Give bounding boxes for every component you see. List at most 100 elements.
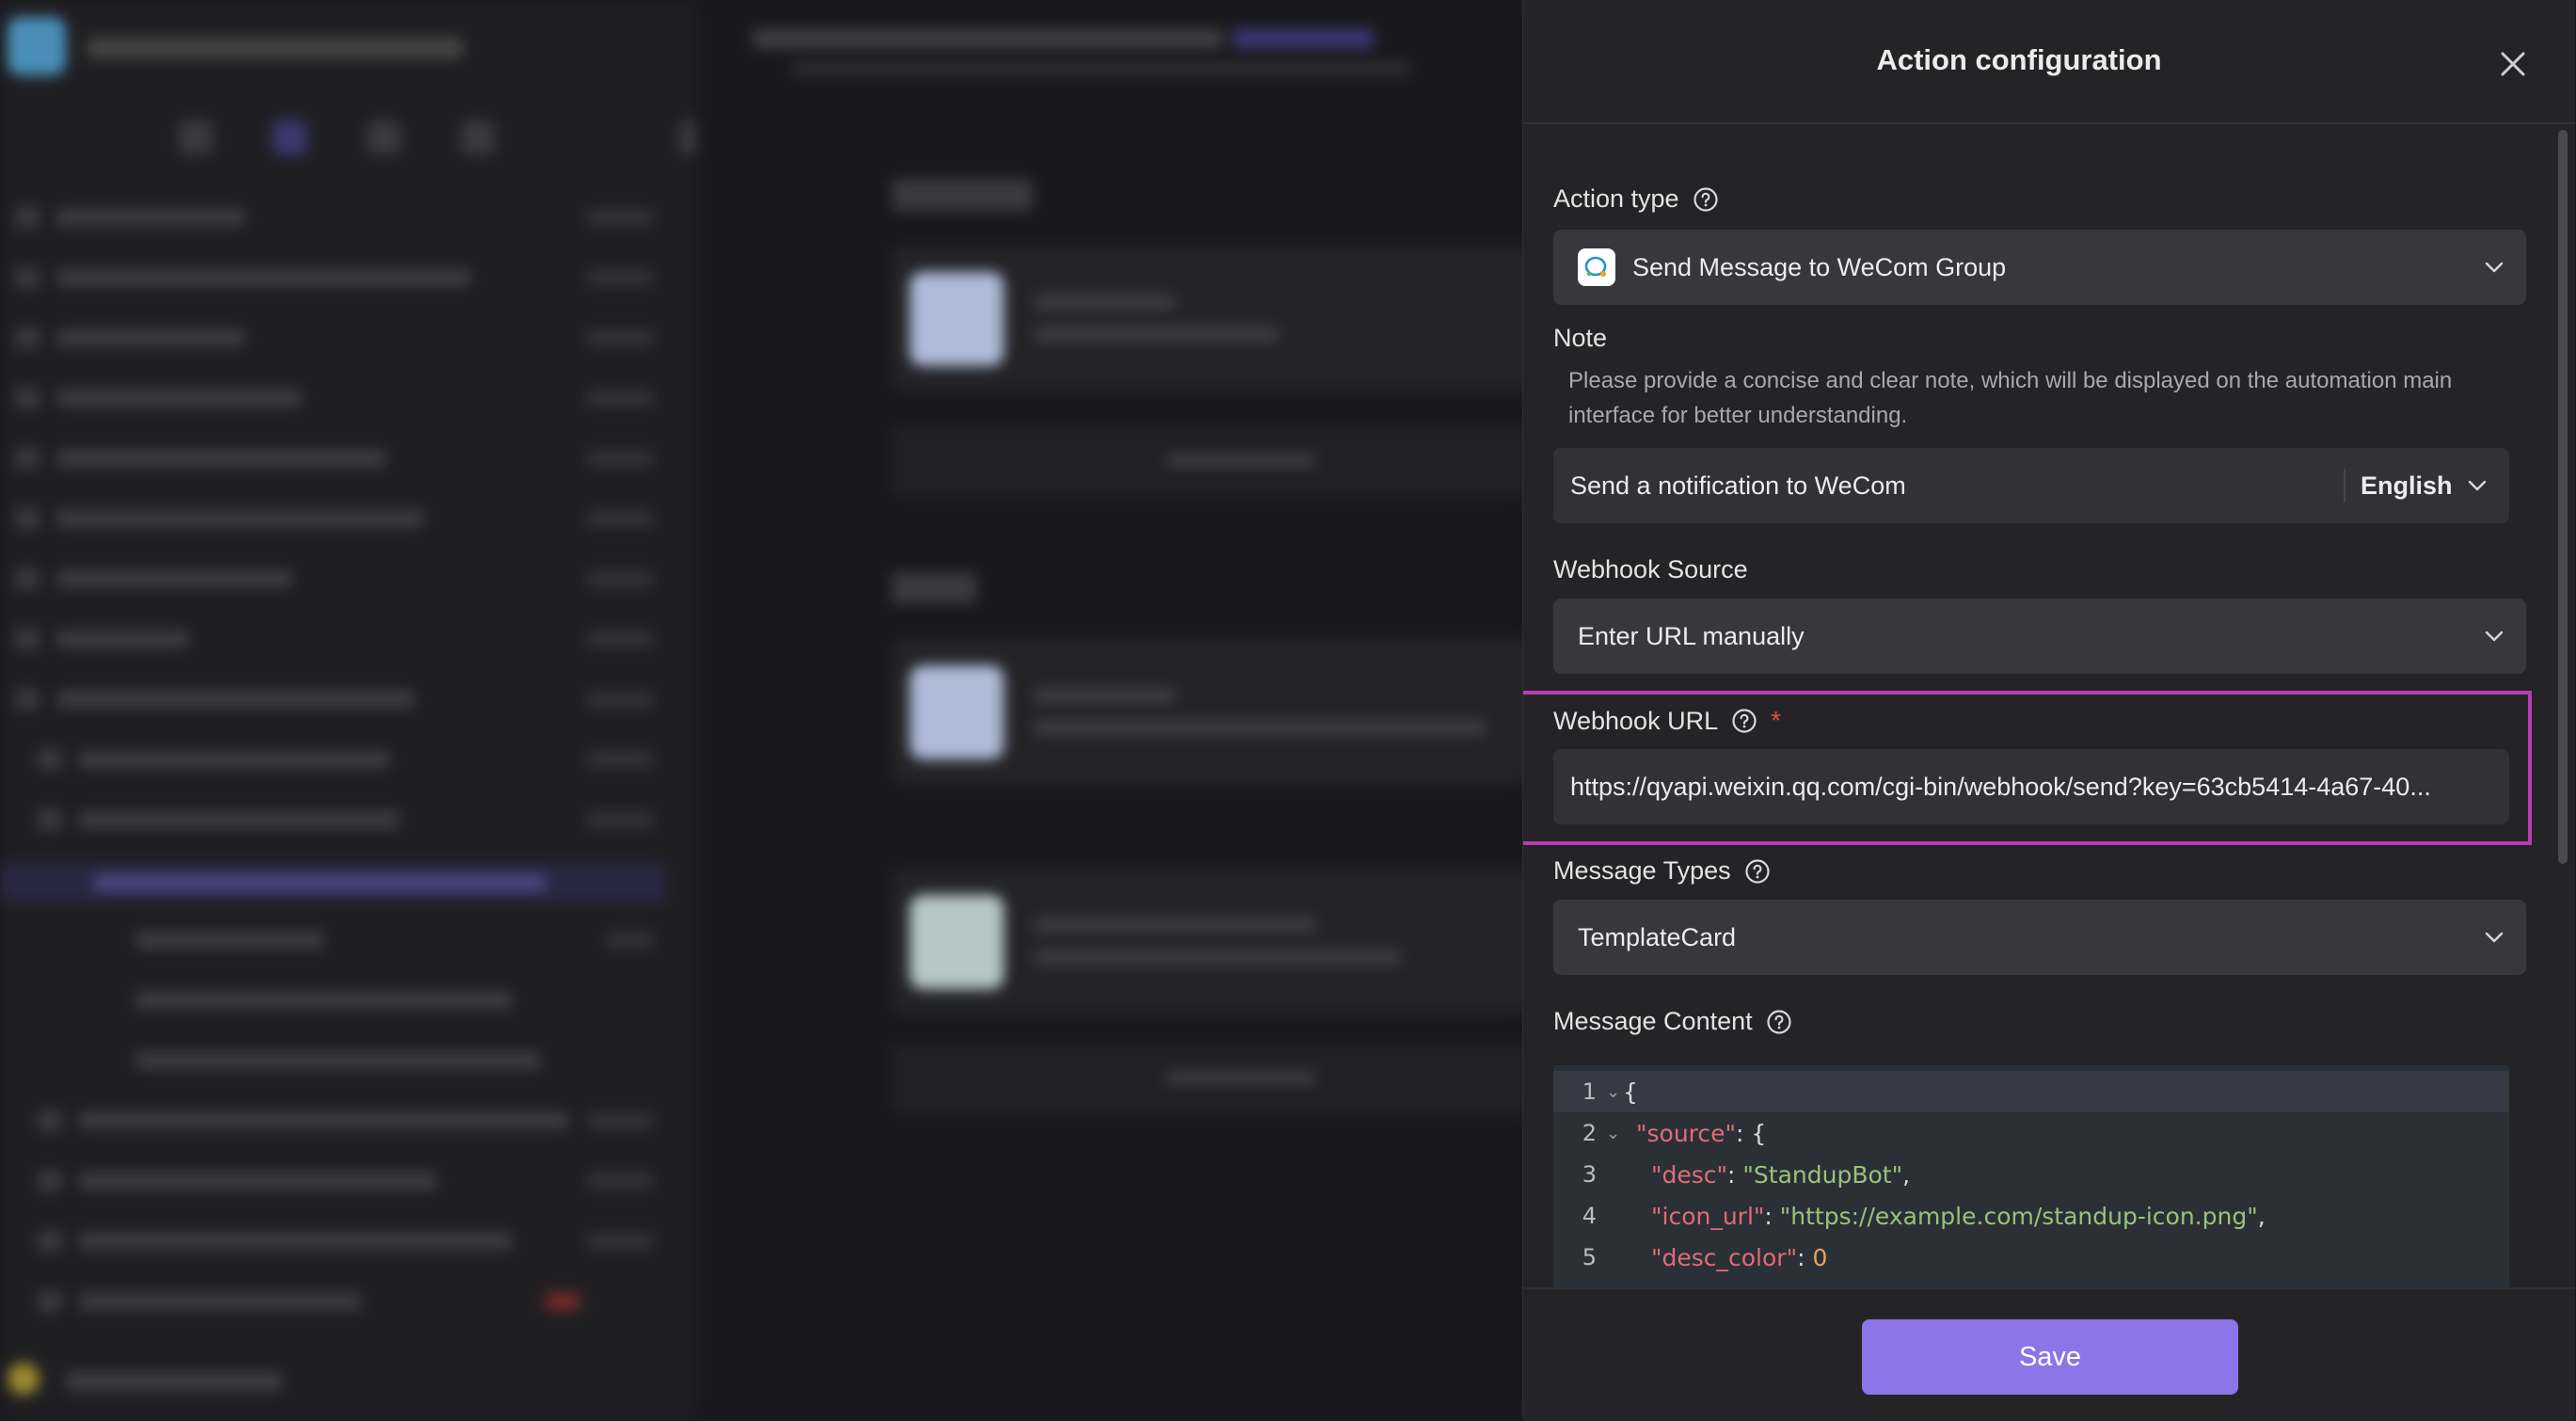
bg-tree-row <box>15 384 664 408</box>
bg-toolbar-icon <box>273 120 307 154</box>
scrollbar[interactable] <box>2558 130 2568 864</box>
bg-tree-row <box>94 926 664 950</box>
panel-title: Action configuration <box>1876 43 2162 76</box>
line-number: 3 <box>1582 1161 1597 1188</box>
code-line[interactable]: 5 "desc_color": 0 <box>1553 1237 2509 1278</box>
help-icon[interactable] <box>1731 708 1757 734</box>
action-configuration-panel: Action configuration Action type Send Me… <box>1522 0 2575 1421</box>
code-punct: , <box>1902 1160 1911 1189</box>
code-punct: : <box>1764 1202 1780 1230</box>
message-types-select[interactable]: TemplateCard <box>1553 900 2526 975</box>
action-type-label-text: Action type <box>1553 184 1679 213</box>
bg-tree-row <box>15 565 664 589</box>
close-icon[interactable] <box>2492 43 2534 85</box>
bg-user-name <box>66 1372 282 1391</box>
chevron-down-icon <box>2485 631 2504 642</box>
code-number: 0 <box>1812 1243 1828 1271</box>
code-line[interactable]: 1 ⌄ { <box>1553 1071 2509 1112</box>
webhook-url-input[interactable]: https://qyapi.weixin.qq.com/cgi-bin/webh… <box>1553 749 2509 824</box>
bg-add-bar <box>892 1045 1552 1112</box>
note-input[interactable]: Send a notification to WeCom English <box>1553 448 2509 523</box>
bg-tree-row <box>38 806 664 830</box>
bg-tree-row <box>38 1227 664 1252</box>
bg-tree-row <box>94 986 664 1011</box>
webhook-source-value: Enter URL manually <box>1578 621 1805 650</box>
code-line[interactable]: 3 "desc": "StandupBot", <box>1553 1154 2509 1195</box>
note-label: Note <box>1553 324 1607 353</box>
code-string: "https://example.com/standup-icon.png" <box>1779 1202 2258 1230</box>
message-types-label: Message Types <box>1553 856 1771 886</box>
message-content-editor[interactable]: 1 ⌄ { 2 ⌄ "source": { 3 "desc": "Standup… <box>1553 1065 2509 1287</box>
fold-chevron-icon[interactable]: ⌄ <box>1606 1124 1620 1143</box>
wecom-icon <box>1578 248 1615 286</box>
line-number: 1 <box>1582 1078 1597 1105</box>
note-value: Send a notification to WeCom <box>1570 471 1906 500</box>
action-type-select[interactable]: Send Message to WeCom Group <box>1553 230 2526 305</box>
fold-chevron-icon[interactable]: ⌄ <box>1606 1082 1620 1102</box>
bg-section-title <box>892 572 977 604</box>
bg-tree-row-selected <box>0 864 664 902</box>
line-number: 4 <box>1582 1203 1597 1229</box>
bg-tree-row <box>15 685 664 710</box>
action-type-label: Action type <box>1553 184 1719 214</box>
message-types-value: TemplateCard <box>1578 922 1737 951</box>
message-content-label: Message Content <box>1553 1007 1792 1036</box>
bg-tree-row <box>38 1107 664 1131</box>
language-select[interactable]: English <box>2361 448 2490 523</box>
divider <box>2344 469 2345 503</box>
help-icon[interactable] <box>1766 1009 1792 1035</box>
save-button[interactable]: Save <box>1862 1319 2238 1395</box>
note-hint: Please provide a concise and clear note,… <box>1568 368 2453 428</box>
code-key: "desc_color" <box>1651 1243 1798 1271</box>
code-line[interactable]: 4 "icon_url": "https://example.com/stand… <box>1553 1195 2509 1237</box>
bg-tree-row <box>15 504 664 529</box>
webhook-url-value: https://qyapi.weixin.qq.com/cgi-bin/webh… <box>1570 772 2431 801</box>
code-key: "icon_url" <box>1651 1202 1765 1230</box>
action-type-value: Send Message to WeCom Group <box>1632 252 2007 281</box>
bg-card <box>892 247 1552 390</box>
code-punct: { <box>1623 1078 1638 1106</box>
bg-breadcrumb <box>753 21 1524 77</box>
message-content-label-text: Message Content <box>1553 1007 1753 1035</box>
bg-tree-row <box>15 444 664 469</box>
message-types-label-text: Message Types <box>1553 856 1731 885</box>
bg-toolbar-icon <box>367 120 401 154</box>
help-icon[interactable] <box>1744 858 1771 885</box>
note-label-text: Note <box>1553 324 1608 352</box>
bg-tree-row <box>15 625 664 649</box>
bg-space-title <box>87 38 463 58</box>
bg-tree-row <box>15 263 664 288</box>
bg-tree-row <box>38 745 664 770</box>
webhook-source-label: Webhook Source <box>1553 555 1748 584</box>
code-punct: , <box>2257 1202 2266 1230</box>
webhook-url-label: Webhook URL * <box>1553 706 1781 736</box>
panel-scroll-area[interactable]: Action type Send Message to WeCom Group … <box>1523 124 2575 1287</box>
webhook-url-label-text: Webhook URL <box>1553 706 1719 735</box>
bg-add-bar <box>892 427 1552 495</box>
line-number: 5 <box>1582 1244 1597 1270</box>
bg-card <box>892 640 1552 783</box>
bg-user-avatar <box>8 1363 40 1395</box>
webhook-source-label-text: Webhook Source <box>1553 555 1748 583</box>
chevron-down-icon <box>2485 932 2504 943</box>
code-punct: : { <box>1736 1119 1767 1147</box>
bg-section-title <box>892 179 1033 211</box>
bg-card <box>892 870 1552 1013</box>
code-key: "desc" <box>1651 1160 1728 1189</box>
language-value: English <box>2361 471 2453 500</box>
code-key: "source" <box>1636 1119 1737 1147</box>
bg-tree-row <box>15 324 664 348</box>
code-line[interactable]: 2 ⌄ "source": { <box>1553 1112 2509 1154</box>
required-mark: * <box>1771 706 1781 735</box>
bg-tree-row <box>94 1046 664 1071</box>
bg-toolbar-icon <box>179 120 213 154</box>
webhook-source-select[interactable]: Enter URL manually <box>1553 599 2526 674</box>
help-icon[interactable] <box>1693 186 1719 213</box>
chevron-down-icon <box>2485 262 2504 273</box>
chevron-down-icon <box>2468 480 2486 491</box>
background-app <box>0 0 1552 1419</box>
bg-tree-row <box>38 1167 664 1191</box>
panel-header: Action configuration <box>1523 0 2575 124</box>
bg-tree-row <box>15 203 664 228</box>
line-number: 2 <box>1582 1120 1597 1146</box>
